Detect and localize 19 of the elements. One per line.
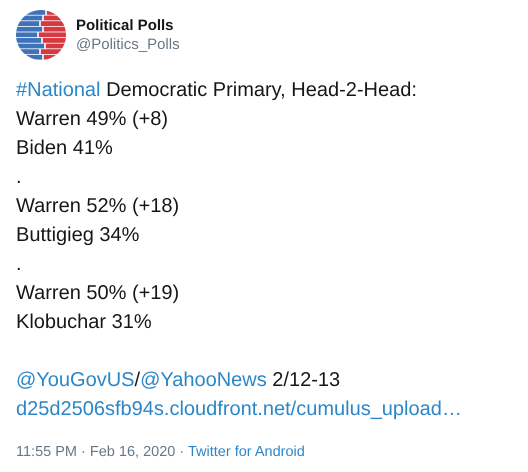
- tweet-text-line: .: [16, 252, 23, 277]
- timestamp: 11:55 PM · Feb 16, 2020 ·: [16, 444, 186, 460]
- tweet-text-line: Warren 52% (+18): [16, 194, 180, 219]
- tweet-text-line: .: [16, 165, 23, 190]
- author-name[interactable]: Political Polls: [76, 17, 180, 34]
- author-handle[interactable]: @Politics_Polls: [76, 36, 180, 53]
- tweet-text-line: Biden 41%: [16, 136, 114, 161]
- client-link[interactable]: Twitter for Android: [188, 444, 305, 460]
- tweet-text-line: Warren 50% (+19): [16, 281, 180, 306]
- tweet-text-line: Warren 49% (+8): [16, 107, 170, 132]
- avatar-icon: [16, 10, 66, 60]
- tweet-link[interactable]: @YahooNews: [140, 369, 267, 391]
- tweet-link[interactable]: #National: [16, 79, 101, 101]
- tweet-text-line: Klobuchar 31%: [16, 310, 153, 335]
- tweet-text-line: Buttigieg 34%: [16, 223, 140, 248]
- tweet-link[interactable]: @YouGovUS: [16, 369, 135, 391]
- tweet-text-line: @YouGovUS/@YahooNews 2/12-13: [16, 368, 342, 393]
- tweet-text-line: #National Democratic Primary, Head-2-Head:: [16, 78, 418, 103]
- tweet-link[interactable]: d25d2506sfb94s.cloudfront.net/cumulus_upload…: [16, 398, 462, 420]
